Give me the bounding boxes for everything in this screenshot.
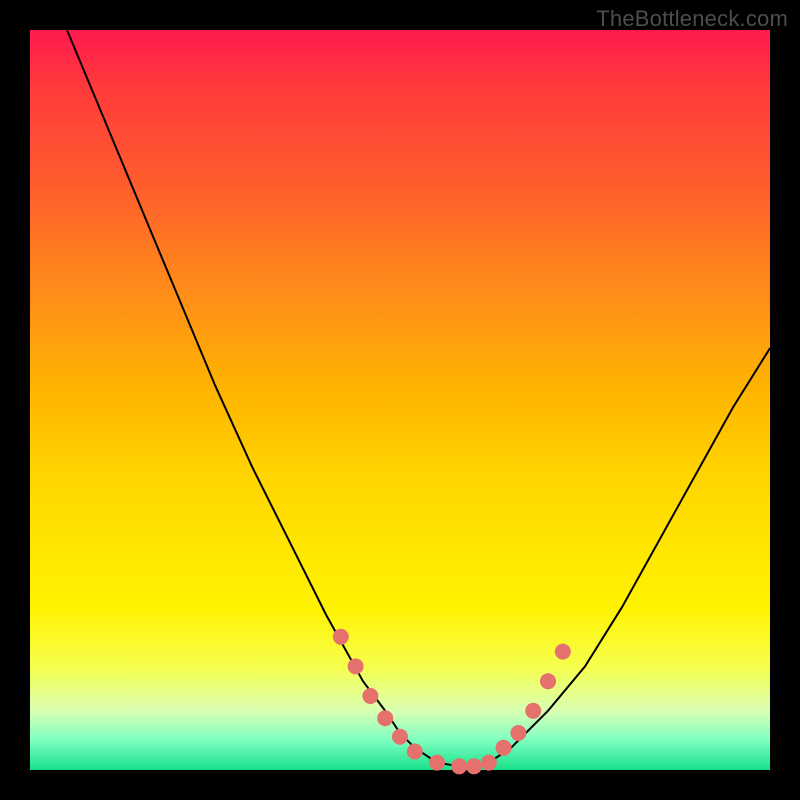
marker-point (555, 644, 571, 660)
marker-point (348, 658, 364, 674)
marker-point (407, 744, 423, 760)
marker-point (540, 673, 556, 689)
marker-point (429, 755, 445, 771)
marker-point (392, 729, 408, 745)
chart-frame: TheBottleneck.com (0, 0, 800, 800)
marker-point (333, 629, 349, 645)
marker-point (525, 703, 541, 719)
marker-point (510, 725, 526, 741)
marker-point (362, 688, 378, 704)
watermark-text: TheBottleneck.com (596, 6, 788, 32)
marker-point (496, 740, 512, 756)
bottleneck-curve (67, 30, 770, 766)
marker-point (377, 710, 393, 726)
marker-group (333, 629, 571, 775)
chart-svg (30, 30, 770, 770)
marker-point (466, 758, 482, 774)
marker-point (451, 758, 467, 774)
marker-point (481, 755, 497, 771)
